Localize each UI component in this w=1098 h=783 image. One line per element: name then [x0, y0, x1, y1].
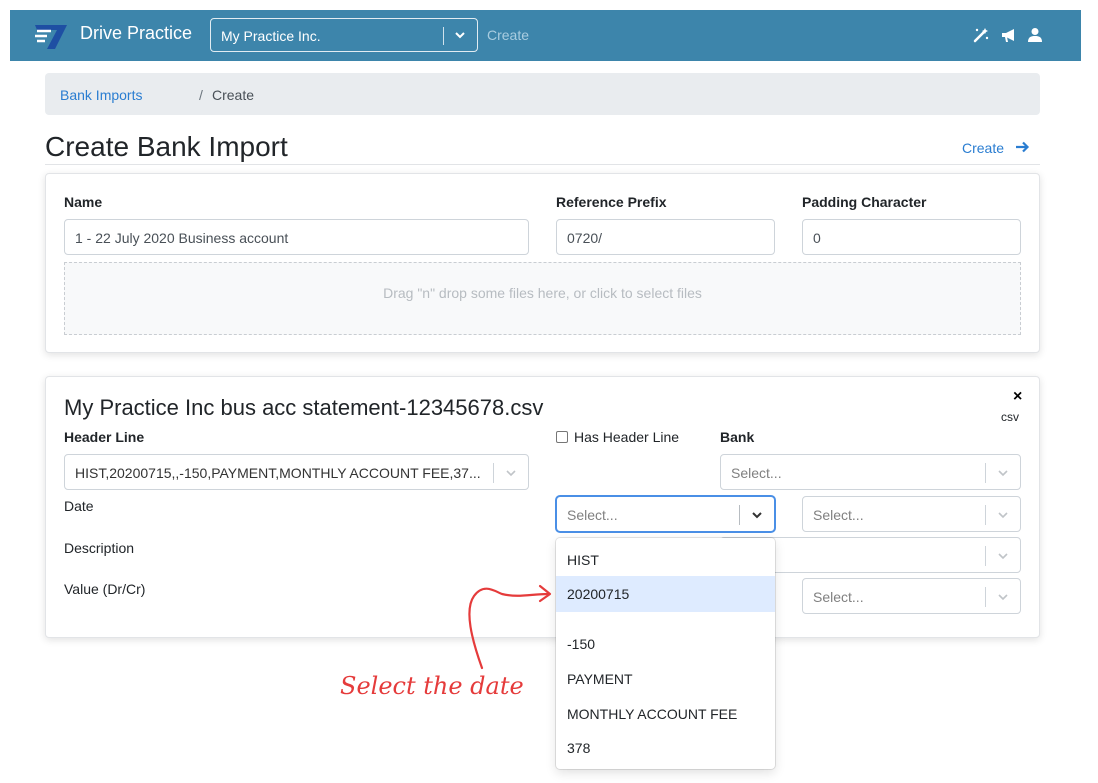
- dropdown-option-highlighted[interactable]: 20200715: [556, 576, 775, 612]
- name-input[interactable]: 1 - 22 July 2020 Business account: [64, 219, 529, 255]
- dropdown-option-label: -150: [567, 636, 596, 652]
- bank-label: Bank: [720, 429, 755, 445]
- has-header-line-label[interactable]: Has Header Line: [574, 429, 679, 445]
- chevron-down-icon[interactable]: [453, 27, 467, 43]
- reference-prefix-label: Reference Prefix: [556, 194, 667, 210]
- value-format-placeholder: Select...: [813, 589, 864, 605]
- bank-select[interactable]: Select...: [720, 454, 1021, 490]
- dropdown-option-label: HIST: [567, 552, 599, 568]
- reference-prefix-input[interactable]: 0720/: [556, 219, 775, 255]
- header-line-label: Header Line: [64, 429, 145, 445]
- dropzone-text: Drag "n" drop some files here, or click …: [383, 285, 702, 301]
- date-label: Date: [64, 498, 94, 514]
- padding-character-value: 0: [813, 230, 821, 246]
- chevron-down-icon[interactable]: [504, 465, 518, 481]
- select-separator: [985, 587, 986, 607]
- company-select-value: My Practice Inc.: [221, 28, 321, 44]
- dropdown-option-label: PAYMENT: [567, 671, 633, 687]
- dropdown-option-label: 20200715: [567, 586, 630, 602]
- dropdown-option[interactable]: HIST: [556, 542, 775, 578]
- date-column-dropdown-menu: HIST 20200715 -150 PAYMENT MONTHLY ACCOU…: [556, 538, 775, 769]
- name-label: Name: [64, 194, 103, 210]
- dropdown-option-empty[interactable]: [556, 612, 775, 626]
- reference-prefix-value: 0720/: [567, 230, 603, 246]
- select-separator: [443, 27, 444, 45]
- top-navbar: Drive Practice My Practice Inc. Create: [10, 10, 1081, 61]
- annotation-arrow-icon: [468, 584, 552, 670]
- value-dr-cr-label: Value (Dr/Cr): [64, 581, 146, 597]
- annotation-text: Select the date: [340, 672, 524, 700]
- dropdown-option-label: MONTHLY ACCOUNT FEE: [567, 706, 738, 722]
- file-dropzone[interactable]: Drag "n" drop some files here, or click …: [64, 262, 1021, 335]
- drive-practice-logo-icon[interactable]: [33, 21, 69, 51]
- arrow-right-icon[interactable]: [1014, 139, 1030, 155]
- value-format-select[interactable]: Select...: [802, 578, 1021, 614]
- file-name-title: My Practice Inc bus acc statement-123456…: [64, 395, 544, 420]
- dropdown-option-label: 378: [567, 740, 591, 756]
- select-separator: [739, 505, 740, 525]
- dropdown-option[interactable]: MONTHLY ACCOUNT FEE: [556, 696, 775, 732]
- header-line-select[interactable]: HIST,20200715,,-150,PAYMENT,MONTHLY ACCO…: [64, 454, 529, 490]
- breadcrumb-separator: /: [199, 87, 203, 103]
- user-icon[interactable]: [1026, 26, 1044, 44]
- header-line-value: HIST,20200715,,-150,PAYMENT,MONTHLY ACCO…: [75, 465, 481, 481]
- date-format-select[interactable]: Select...: [802, 496, 1021, 532]
- padding-character-label: Padding Character: [802, 194, 927, 210]
- breadcrumb: Bank Imports / Create: [45, 73, 1040, 115]
- chevron-down-icon[interactable]: [996, 589, 1010, 605]
- dropdown-option[interactable]: 378: [556, 730, 775, 766]
- description-label: Description: [64, 540, 135, 556]
- select-separator: [985, 463, 986, 483]
- chevron-down-icon[interactable]: [996, 465, 1010, 481]
- company-select[interactable]: My Practice Inc.: [210, 18, 478, 52]
- padding-character-input[interactable]: 0: [802, 219, 1021, 255]
- title-divider: [45, 164, 1040, 165]
- bank-select-placeholder: Select...: [731, 465, 782, 481]
- page-title: Create Bank Import: [45, 131, 288, 162]
- close-icon[interactable]: ×: [1013, 388, 1022, 406]
- nav-create-link[interactable]: Create: [487, 27, 529, 43]
- file-type-label: csv: [1001, 410, 1019, 424]
- date-column-placeholder: Select...: [567, 507, 618, 523]
- has-header-line-checkbox[interactable]: [556, 431, 568, 443]
- select-separator: [985, 546, 986, 566]
- breadcrumb-bank-imports-link[interactable]: Bank Imports: [60, 87, 142, 103]
- magic-wand-icon[interactable]: [972, 26, 990, 44]
- dropdown-option[interactable]: PAYMENT: [556, 661, 775, 697]
- select-separator: [985, 505, 986, 525]
- chevron-down-icon[interactable]: [996, 507, 1010, 523]
- chevron-down-icon[interactable]: [750, 507, 764, 523]
- breadcrumb-current: Create: [212, 87, 255, 103]
- create-button[interactable]: Create: [962, 140, 1004, 156]
- dropdown-option[interactable]: -150: [556, 626, 775, 662]
- brand-name[interactable]: Drive Practice: [80, 23, 192, 44]
- select-separator: [493, 463, 494, 483]
- name-input-value: 1 - 22 July 2020 Business account: [75, 230, 289, 246]
- chevron-down-icon[interactable]: [996, 548, 1010, 564]
- megaphone-icon[interactable]: [1000, 26, 1018, 44]
- date-format-placeholder: Select...: [813, 507, 864, 523]
- date-column-select[interactable]: Select...: [556, 496, 775, 532]
